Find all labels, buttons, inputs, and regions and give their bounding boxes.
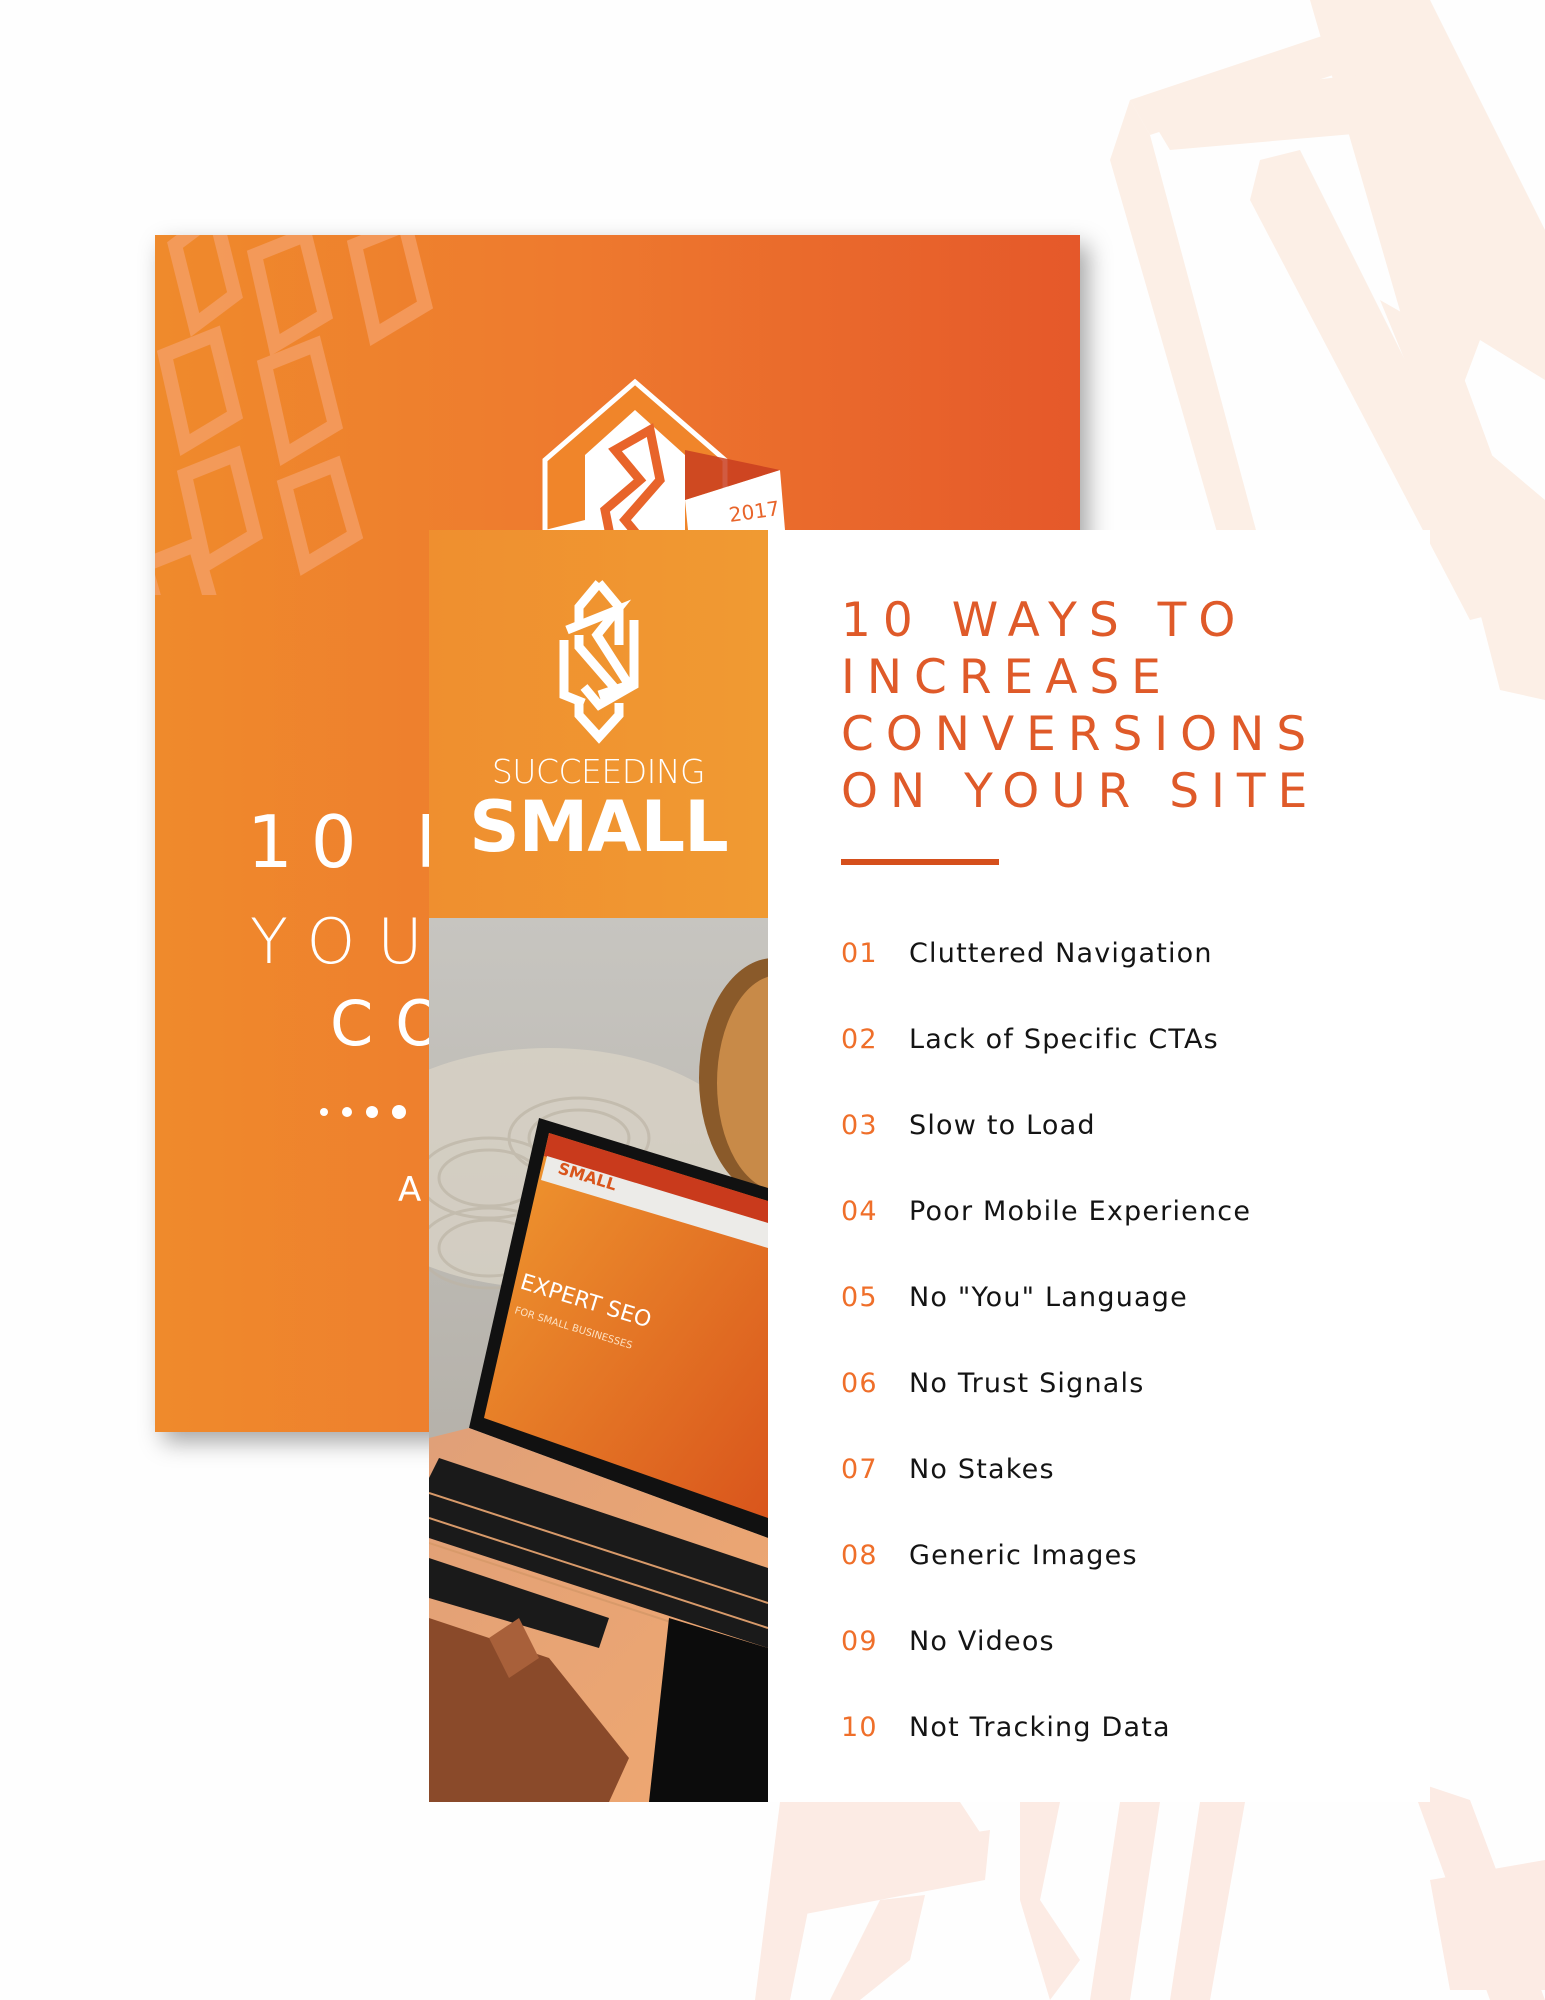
steps-list: 01 Cluttered Navigation 02 Lack of Specifi… bbox=[841, 910, 1251, 1770]
step-label: No Trust Signals bbox=[909, 1367, 1145, 1399]
step-label: Not Tracking Data bbox=[909, 1711, 1171, 1743]
step-label: Generic Images bbox=[909, 1539, 1138, 1571]
list-item: 04 Poor Mobile Experience bbox=[841, 1168, 1251, 1254]
step-label: Lack of Specific CTAs bbox=[909, 1023, 1219, 1055]
step-number: 09 bbox=[841, 1625, 878, 1657]
step-number: 10 bbox=[841, 1711, 878, 1743]
cover-subtitle-line1: YOU bbox=[250, 905, 445, 978]
brand-panel: SUCCEEDING SMALL bbox=[429, 530, 768, 918]
step-label: Poor Mobile Experience bbox=[909, 1195, 1252, 1227]
cover-dots-divider bbox=[320, 1105, 406, 1119]
list-item: 05 No "You" Language bbox=[841, 1254, 1251, 1340]
step-number: 03 bbox=[841, 1109, 878, 1141]
list-item: 10 Not Tracking Data bbox=[841, 1684, 1251, 1770]
step-label: No "You" Language bbox=[909, 1281, 1188, 1313]
list-item: 02 Lack of Specific CTAs bbox=[841, 996, 1251, 1082]
laptop-photo-illustration: SMALL EXPERT SEO FOR SMALL BUSINESSES bbox=[429, 918, 768, 1802]
brand-name-line2: SMALL bbox=[469, 786, 728, 868]
step-number: 05 bbox=[841, 1281, 878, 1313]
step-number: 02 bbox=[841, 1023, 878, 1055]
headline-line: 10 WAYS TO bbox=[841, 593, 1248, 648]
step-label: No Videos bbox=[909, 1625, 1055, 1657]
list-item: 06 No Trust Signals bbox=[841, 1340, 1251, 1426]
step-label: Slow to Load bbox=[909, 1109, 1096, 1141]
laptop-photo: SMALL EXPERT SEO FOR SMALL BUSINESSES bbox=[429, 918, 768, 1802]
step-label: No Stakes bbox=[909, 1453, 1055, 1485]
step-number: 08 bbox=[841, 1539, 878, 1571]
headline-line: ON YOUR SITE bbox=[841, 764, 1320, 819]
list-item: 07 No Stakes bbox=[841, 1426, 1251, 1512]
headline-line: CONVERSIONS bbox=[841, 707, 1319, 762]
step-number: 07 bbox=[841, 1453, 878, 1485]
step-label: Cluttered Navigation bbox=[909, 937, 1213, 969]
list-item: 03 Slow to Load bbox=[841, 1082, 1251, 1168]
step-number: 04 bbox=[841, 1195, 878, 1227]
list-item: 01 Cluttered Navigation bbox=[841, 910, 1251, 996]
step-number: 06 bbox=[841, 1367, 878, 1399]
list-item: 09 No Videos bbox=[841, 1598, 1251, 1684]
list-item: 08 Generic Images bbox=[841, 1512, 1251, 1598]
content-panel: 10 WAYS TO INCREASE CONVERSIONS ON YOUR … bbox=[768, 530, 1430, 1802]
headline: 10 WAYS TO INCREASE CONVERSIONS ON YOUR … bbox=[841, 592, 1319, 820]
accent-divider bbox=[841, 859, 999, 865]
headline-line: INCREASE bbox=[841, 650, 1173, 705]
checklist-card: SUCCEEDING SMALL SMALL EXPERT SEO FOR SM… bbox=[429, 530, 1430, 1802]
step-number: 01 bbox=[841, 937, 878, 969]
cover-author: A bbox=[398, 1170, 432, 1210]
succeeding-small-logo-icon bbox=[559, 580, 639, 744]
